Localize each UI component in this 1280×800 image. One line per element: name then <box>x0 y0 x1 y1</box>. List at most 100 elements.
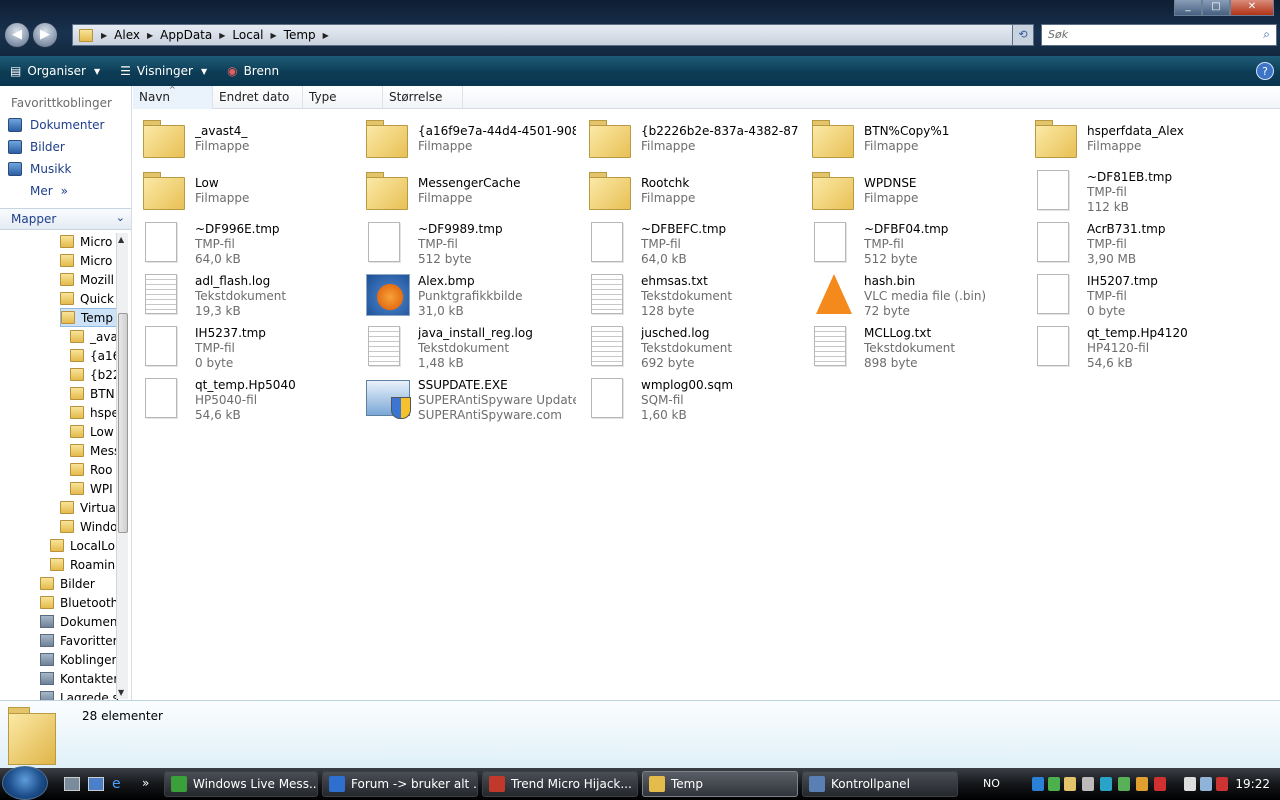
file-item[interactable]: WPDNSE Filmappe <box>804 166 1019 214</box>
file-item[interactable]: {a16f9e7a-44d4-4501-9089-a...Filmappe <box>358 114 576 162</box>
tree-item[interactable]: Windo <box>60 517 118 536</box>
file-item[interactable]: hsperfdata_Alex Filmappe <box>1027 114 1242 162</box>
tree-item[interactable]: Kontakter <box>40 669 118 688</box>
search-icon[interactable]: ⌕ <box>1263 27 1270 42</box>
file-item[interactable]: IH5237.tmp TMP-fil 0 byte <box>135 322 350 370</box>
language-indicator[interactable]: NO <box>983 777 1000 790</box>
column-type[interactable]: Type <box>303 86 383 109</box>
breadcrumb-alex[interactable]: Alex <box>109 28 145 42</box>
tray-app-icon[interactable] <box>1154 777 1166 791</box>
file-item[interactable]: {b2226b2e-837a-4382-87ec-...Filmappe <box>581 114 799 162</box>
show-desktop-icon[interactable] <box>64 777 80 791</box>
tree-item[interactable]: BTN <box>70 384 118 403</box>
refresh-button[interactable]: ⟲ <box>1012 24 1034 46</box>
clock[interactable]: 19:22 <box>1235 777 1270 791</box>
scroll-down-icon[interactable]: ▼ <box>118 688 124 697</box>
tree-item[interactable]: Favoritter <box>40 631 118 650</box>
tray-app-icon[interactable] <box>1184 777 1196 791</box>
file-item[interactable]: Rootchk Filmappe <box>581 166 796 214</box>
file-item[interactable]: AcrB731.tmp TMP-fil 3,90 MB <box>1027 218 1242 266</box>
tree-item[interactable]: _avas <box>70 327 118 346</box>
tray-app-icon[interactable] <box>1136 777 1148 791</box>
help-button[interactable]: ? <box>1256 62 1274 80</box>
back-button[interactable]: ◀ <box>4 22 30 48</box>
file-item[interactable]: ehmsas.txt Tekstdokument 128 byte <box>581 270 796 318</box>
file-item[interactable]: BTN%Copy%1 Filmappe <box>804 114 1019 162</box>
tree-item[interactable]: Virtua <box>60 498 118 517</box>
volume-muted-icon[interactable] <box>1216 777 1228 791</box>
file-item[interactable]: ~DF996E.tmp TMP-fil 64,0 kB <box>135 218 350 266</box>
file-item[interactable]: _avast4_ Filmappe <box>135 114 350 162</box>
tray-app-icon[interactable] <box>1100 777 1112 791</box>
switch-windows-icon[interactable] <box>88 777 104 791</box>
tree-item[interactable]: {a16 <box>70 346 118 365</box>
tray-app-icon[interactable] <box>1118 777 1130 791</box>
column-size[interactable]: Størrelse <box>383 86 463 109</box>
file-item[interactable]: ~DFBEFC.tmp TMP-fil 64,0 kB <box>581 218 796 266</box>
address-bar[interactable]: ▶ Alex ▶ AppData ▶ Local ▶ Temp ▶ ▼ <box>72 24 1034 46</box>
close-button[interactable]: ✕ <box>1230 0 1274 16</box>
maximize-button[interactable]: □ <box>1202 0 1230 16</box>
tree-item[interactable]: Micro <box>60 232 118 251</box>
file-item[interactable]: jusched.log Tekstdokument 692 byte <box>581 322 796 370</box>
folders-header[interactable]: Mapper ⌄ <box>0 208 131 230</box>
file-item[interactable]: ~DF81EB.tmp TMP-fil 112 kB <box>1027 166 1242 214</box>
tree-item[interactable]: Mess <box>70 441 118 460</box>
tree-item[interactable]: Roo <box>70 460 118 479</box>
start-button[interactable] <box>2 766 48 800</box>
file-item[interactable]: ~DF9989.tmp TMP-fil 512 byte <box>358 218 573 266</box>
tree-item[interactable]: LocalLo <box>50 536 118 555</box>
file-item[interactable]: java_install_reg.log Tekstdokument 1,48 kB <box>358 322 573 370</box>
file-item[interactable]: Alex.bmp Punktgrafikkbilde 31,0 kB <box>358 270 573 318</box>
views-button[interactable]: ☰ Visninger ▼ <box>110 56 217 86</box>
tree-item[interactable]: Lagrede s <box>40 688 118 700</box>
tree-item[interactable]: Dokumen <box>40 612 118 631</box>
file-item[interactable]: IH5207.tmp TMP-fil 0 byte <box>1027 270 1242 318</box>
tree-item[interactable]: {b22 <box>70 365 118 384</box>
internet-explorer-icon[interactable]: e <box>112 777 128 791</box>
tree-item[interactable]: hspe <box>70 403 118 422</box>
taskbar-button[interactable]: Kontrollpanel <box>802 771 958 797</box>
organize-button[interactable]: ▤ Organiser ▼ <box>0 56 110 86</box>
tree-item[interactable]: Temp <box>60 308 118 327</box>
taskbar-button[interactable]: Temp <box>642 771 798 797</box>
tray-app-icon[interactable] <box>1064 777 1076 791</box>
file-item[interactable]: ~DFBF04.tmp TMP-fil 512 byte <box>804 218 1019 266</box>
file-item[interactable]: Low Filmappe <box>135 166 350 214</box>
favorite-more[interactable]: Mer » <box>0 180 131 202</box>
forward-button[interactable]: ▶ <box>32 22 58 48</box>
tree-item[interactable]: Bluetooth <box>40 593 118 612</box>
column-modified[interactable]: Endret dato <box>213 86 303 109</box>
taskbar-button[interactable]: Trend Micro Hijack... <box>482 771 638 797</box>
taskbar-button[interactable]: Windows Live Mess... <box>164 771 318 797</box>
scrollbar-thumb[interactable] <box>118 313 128 533</box>
favorite-documents[interactable]: Dokumenter <box>0 114 131 136</box>
breadcrumb-local[interactable]: Local <box>227 28 268 42</box>
search-input[interactable]: Søk ⌕ <box>1041 24 1277 46</box>
breadcrumb-temp[interactable]: Temp <box>279 28 321 42</box>
file-item[interactable]: qt_temp.Hp5040 HP5040-fil 54,6 kB <box>135 374 350 422</box>
taskbar-button[interactable]: Forum -> bruker alt ... <box>322 771 478 797</box>
tray-app-icon[interactable] <box>1200 777 1212 791</box>
quick-launch-more-icon[interactable]: » <box>142 777 158 791</box>
file-item[interactable]: qt_temp.Hp4120 HP4120-fil 54,6 kB <box>1027 322 1242 370</box>
network-icon[interactable] <box>1048 777 1060 791</box>
favorite-pictures[interactable]: Bilder <box>0 136 131 158</box>
column-name[interactable]: ^ Navn <box>133 85 213 109</box>
file-item[interactable]: adl_flash.log Tekstdokument 19,3 kB <box>135 270 350 318</box>
tree-item[interactable]: Koblinger <box>40 650 118 669</box>
tree-item[interactable]: Mozill <box>60 270 118 289</box>
tree-item[interactable]: Roamin <box>50 555 118 574</box>
tree-item[interactable]: Bilder <box>40 574 118 593</box>
file-item[interactable]: hash.bin VLC media file (.bin) 72 byte <box>804 270 1019 318</box>
scroll-up-icon[interactable]: ▲ <box>118 235 124 244</box>
file-item[interactable]: SSUPDATE.EXESUPERAntiSpyware Update ...S… <box>358 374 576 422</box>
file-item[interactable]: MCLLog.txt Tekstdokument 898 byte <box>804 322 1019 370</box>
tray-app-icon[interactable] <box>1082 777 1094 791</box>
favorite-music[interactable]: Musikk <box>0 158 131 180</box>
tree-item[interactable]: Micro <box>60 251 118 270</box>
tree-item[interactable]: Quick <box>60 289 118 308</box>
tree-scrollbar[interactable]: ▲ ▼ <box>116 233 128 699</box>
tree-item[interactable]: Low <box>70 422 118 441</box>
tree-item[interactable]: WPI <box>70 479 118 498</box>
